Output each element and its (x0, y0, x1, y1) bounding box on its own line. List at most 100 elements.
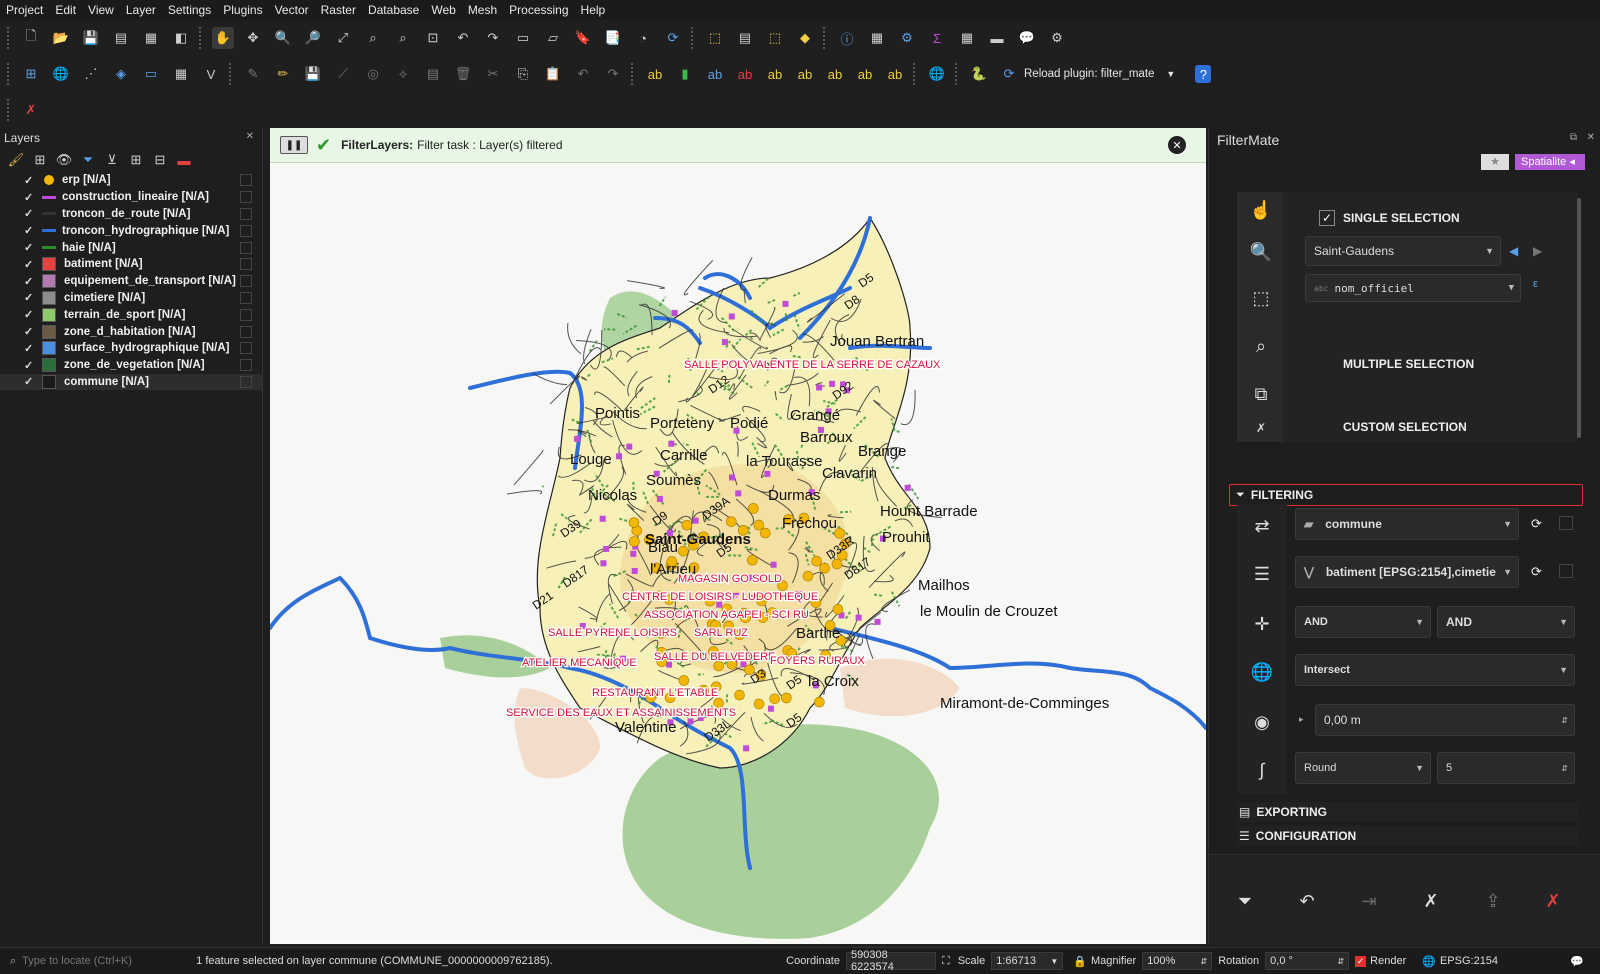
layer-item[interactable]: ✓terrain_de_sport [N/A] (0, 306, 262, 323)
layer-indicator-icon[interactable] (240, 242, 252, 254)
add-vector-icon[interactable]: ⋰ (80, 63, 102, 85)
scale-field[interactable]: 1:66713▼ (991, 952, 1063, 970)
crs-label[interactable]: EPSG:2154 (1440, 955, 1498, 967)
layer-item[interactable]: ✓troncon_hydrographique [N/A] (0, 222, 262, 239)
erp-point[interactable] (735, 690, 745, 700)
toolbar-grip[interactable] (7, 27, 13, 49)
digitize-icon[interactable]: ⟋ (332, 63, 354, 85)
buffer-input[interactable]: 0,00 m⇵ (1315, 704, 1575, 736)
new-3d-view-icon[interactable]: ▱ (542, 27, 564, 49)
paste-icon[interactable]: 📋 (542, 63, 564, 85)
link-layers-icon[interactable]: ⧉ (1245, 378, 1277, 410)
segments-spinbox[interactable]: 5⇵ (1437, 752, 1575, 784)
layer-visibility-checkbox[interactable]: ✓ (24, 359, 36, 372)
favorite-star-button[interactable]: ★ (1481, 154, 1509, 170)
vertex-tool-icon[interactable]: ⟡ (392, 63, 414, 85)
erp-point[interactable] (679, 675, 689, 685)
next-feature-icon[interactable]: ▶ (1533, 244, 1542, 258)
layer-item[interactable]: ✓troncon_de_route [N/A] (0, 206, 262, 223)
pin-label-icon[interactable]: ab (704, 63, 726, 85)
pause-button[interactable]: ❚❚ (280, 136, 308, 154)
move-label-icon[interactable]: ab (764, 63, 786, 85)
erp-point[interactable] (754, 699, 764, 709)
close-icon[interactable]: ✕ (1587, 132, 1595, 143)
close-icon[interactable]: ✕ (246, 131, 254, 142)
new-map-view-icon[interactable]: ▭ (512, 27, 534, 49)
configuration-section-header[interactable]: ☰ CONFIGURATION (1237, 826, 1579, 846)
source-layer-picker[interactable]: ▰commune▼ (1295, 508, 1519, 540)
layer-indicator-icon[interactable] (240, 208, 252, 220)
coordinate-field[interactable]: 590308 6223574 (846, 952, 936, 970)
spin-arrows-icon[interactable]: ⇵ (1561, 764, 1568, 773)
auto-current-layer-icon[interactable]: ⇄ (1246, 510, 1278, 542)
menu-plugins[interactable]: Plugins (217, 3, 268, 17)
statistics-icon[interactable]: Σ (926, 27, 948, 49)
expand-all-icon[interactable]: ⊞ (128, 149, 144, 171)
add-virtual-layer-icon[interactable]: V (200, 63, 222, 85)
select-location-icon[interactable]: ◆ (794, 27, 816, 49)
erp-point[interactable] (726, 517, 736, 527)
undo-icon[interactable]: ↶ (572, 63, 594, 85)
layer-indicator-icon[interactable] (240, 258, 252, 270)
bookmark-icon[interactable]: 🔖 (572, 27, 594, 49)
layer-visibility-checkbox[interactable]: ✓ (24, 342, 36, 355)
layer-indicator-icon[interactable] (240, 191, 252, 203)
undo-filter-icon[interactable]: ↶ (1291, 885, 1323, 917)
layer-visibility-checkbox[interactable]: ✓ (24, 207, 36, 220)
filter-expression-icon[interactable]: ⊻ (104, 149, 120, 171)
layer-item[interactable]: ✓erp [N/A] (0, 172, 262, 189)
crs-globe-icon[interactable]: 🌐 (1422, 955, 1436, 968)
field-picker[interactable]: abcnom_officiel▼ (1305, 274, 1521, 302)
erp-point[interactable] (803, 571, 813, 581)
close-message-button[interactable]: ✕ (1168, 136, 1186, 154)
erp-point[interactable] (814, 697, 824, 707)
add-wms-icon[interactable]: 🌐 (50, 63, 72, 85)
layer-visibility-checkbox[interactable]: ✓ (24, 275, 36, 288)
zoom-selection-icon[interactable]: ⌕ (362, 27, 384, 49)
erp-point[interactable] (760, 528, 770, 538)
unfilter-icon[interactable]: ✗ (1415, 885, 1447, 917)
menu-processing[interactable]: Processing (503, 3, 574, 17)
messages-icon[interactable]: 💬 (1570, 955, 1584, 968)
reset-selection-icon[interactable]: ✗ (1245, 418, 1277, 438)
erp-point[interactable] (820, 563, 830, 573)
python-console-icon[interactable]: 🐍 (968, 63, 990, 85)
targets-toggle-checkbox[interactable] (1559, 564, 1573, 578)
new-print-layout-icon[interactable]: ▤ (110, 27, 132, 49)
erp-point[interactable] (682, 520, 692, 530)
copy-icon[interactable]: ⎘ (512, 63, 534, 85)
layer-visibility-checkbox[interactable]: ✓ (24, 191, 36, 204)
extents-toggle-icon[interactable]: ⛶ (942, 955, 950, 968)
save-edits-icon[interactable]: 💾 (302, 63, 324, 85)
rotate-label-icon[interactable]: ab (794, 63, 816, 85)
layer-item[interactable]: ✓equipement_de_transport [N/A] (0, 273, 262, 290)
combine-operator-2-select[interactable]: AND▼ (1437, 606, 1575, 638)
layer-indicator-icon[interactable] (240, 275, 252, 287)
hand-pointer-icon[interactable]: ☝ (1245, 194, 1277, 226)
add-group-icon[interactable]: ⊞ (32, 149, 48, 171)
buffer-type-select[interactable]: Round▼ (1295, 752, 1431, 784)
select-features-icon[interactable]: ⬚ (704, 27, 726, 49)
geometric-predicate-icon[interactable]: 🌐 (1246, 656, 1278, 688)
change-label-icon[interactable]: ab (824, 63, 846, 85)
layer-visibility-checkbox[interactable]: ✓ (24, 308, 36, 321)
filtering-section-header[interactable]: ⏷ FILTERING (1229, 484, 1583, 506)
label-icon[interactable]: ab (644, 63, 666, 85)
layer-visibility-checkbox[interactable]: ✓ (24, 325, 36, 338)
layer-visibility-checkbox[interactable]: ✓ (24, 224, 36, 237)
add-wfs-icon[interactable]: ◈ (110, 63, 132, 85)
visibility-icon[interactable]: 👁 (56, 149, 72, 171)
menu-project[interactable]: Project (0, 3, 49, 17)
single-selection-checkbox[interactable]: ✓ (1319, 210, 1335, 226)
zoom-out-icon[interactable]: 🔎 (302, 27, 324, 49)
layer-indicator-icon[interactable] (240, 326, 252, 338)
expand-buffer-icon[interactable]: ▸ (1299, 714, 1304, 725)
filter-legend-icon[interactable]: ⏷ (80, 149, 96, 171)
chevron-down-icon[interactable]: ▼ (1166, 69, 1175, 79)
spin-arrows-icon[interactable]: ⇵ (1561, 716, 1568, 725)
layer-item[interactable]: ✓zone_de_vegetation [N/A] (0, 357, 262, 374)
locate-input[interactable] (20, 951, 184, 971)
erp-point[interactable] (629, 518, 639, 528)
menu-vector[interactable]: Vector (269, 3, 315, 17)
cut-icon[interactable]: ✂ (482, 63, 504, 85)
